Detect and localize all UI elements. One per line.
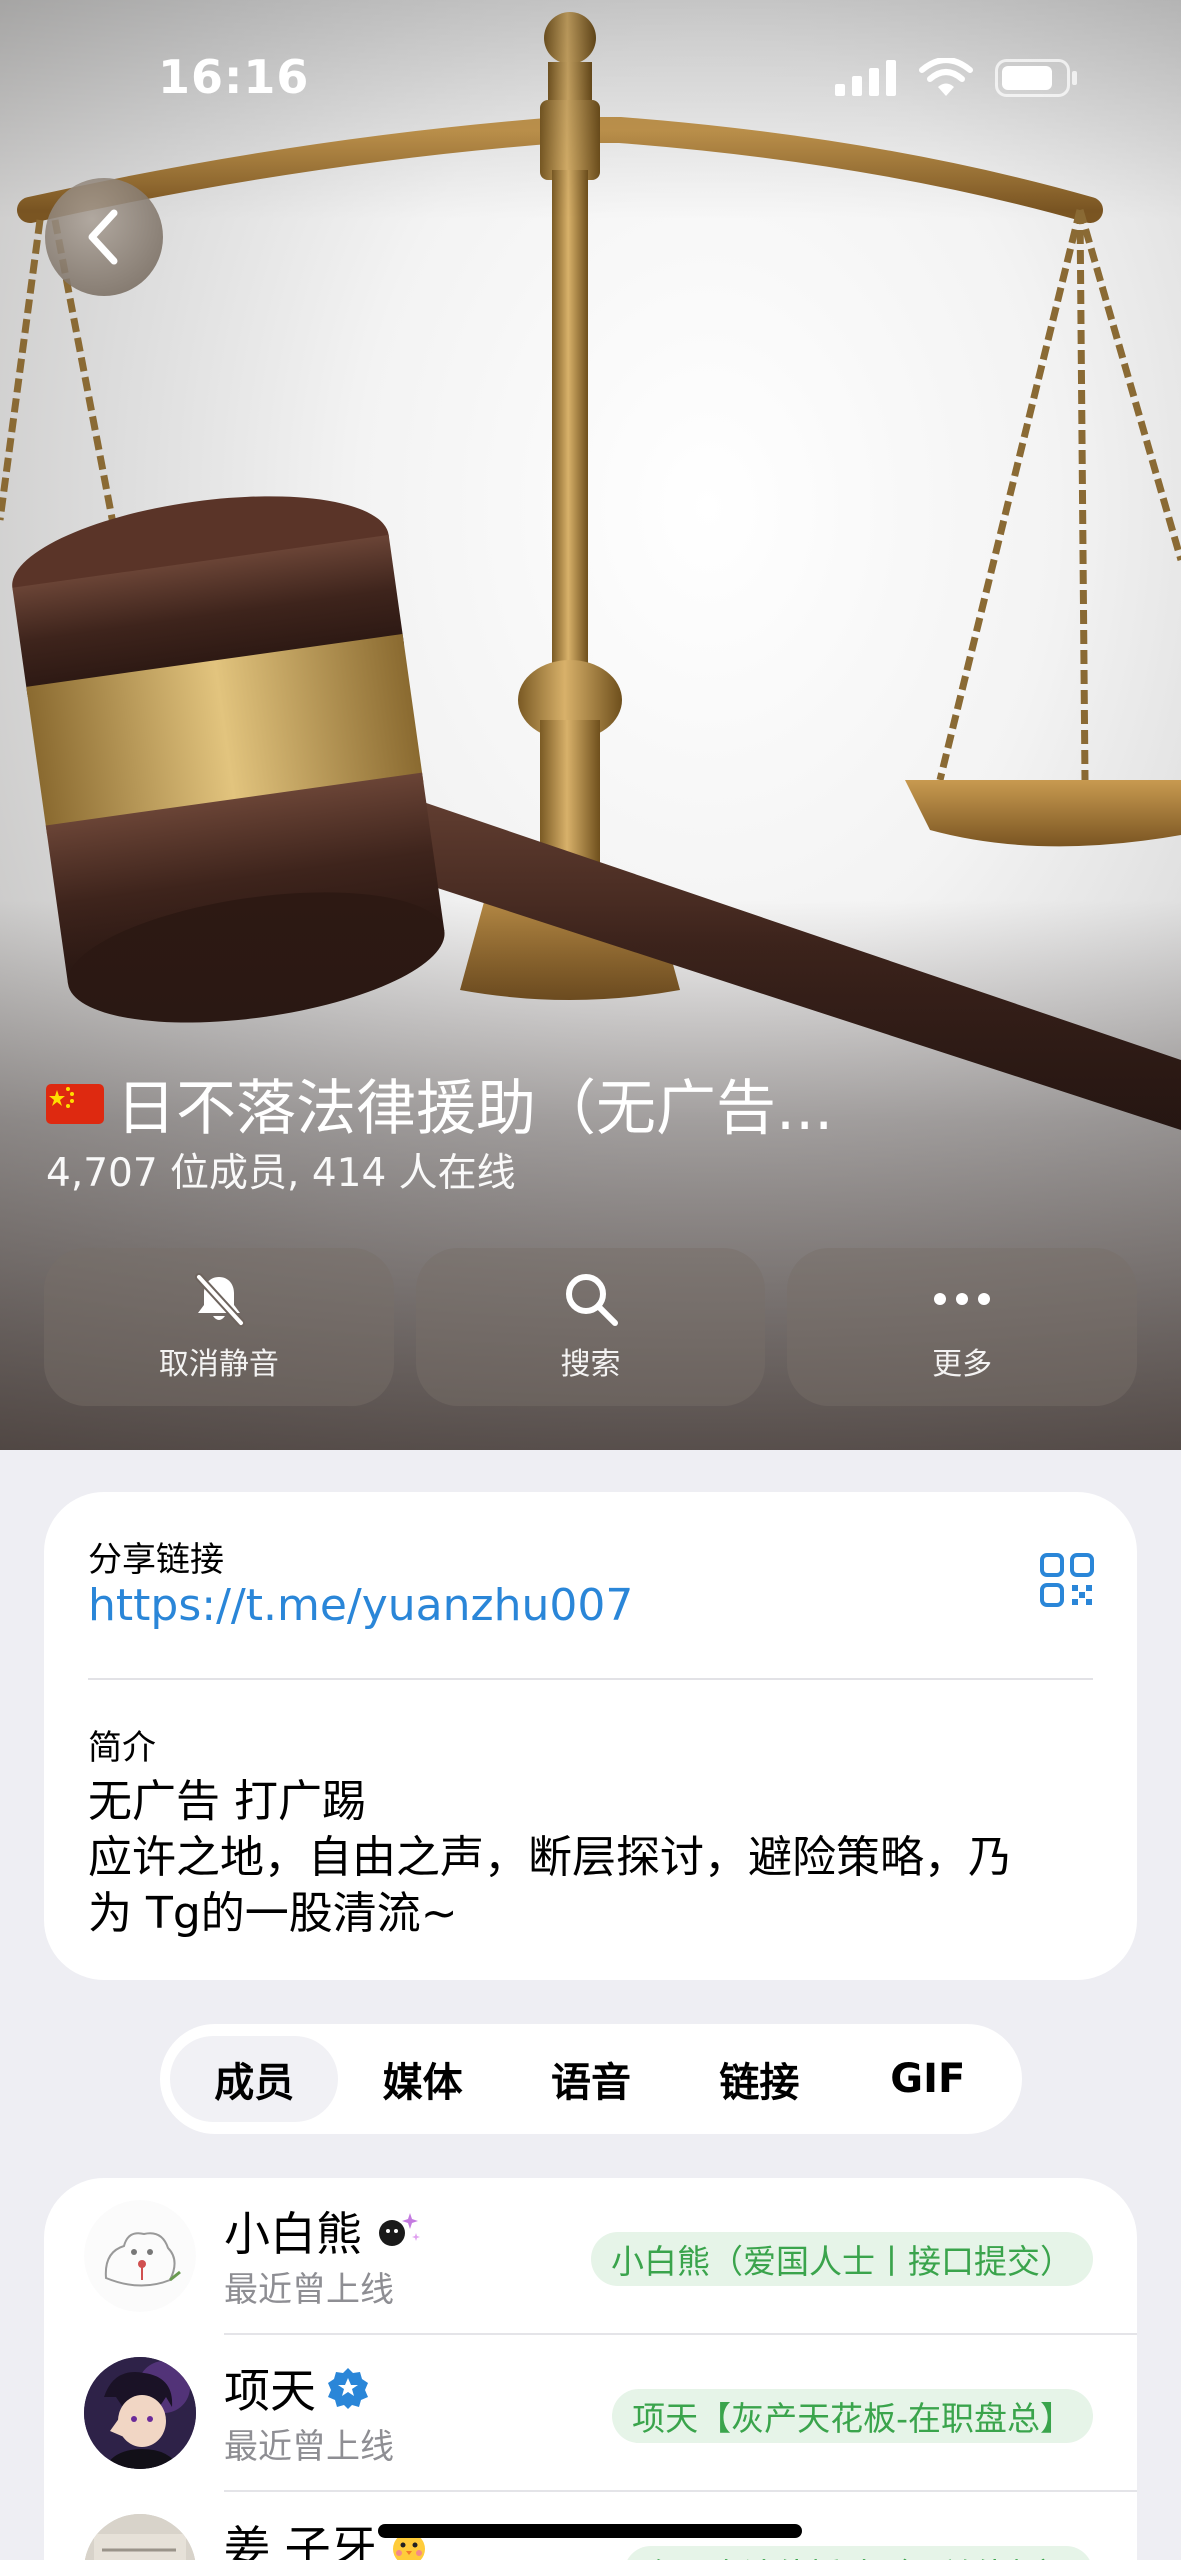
tab-members[interactable]: 成员 (170, 2036, 339, 2122)
member-status: 最近曾上线 (224, 2427, 394, 2467)
member-title-badge: 项天【灰产天花板-在职盘总】 (612, 2389, 1093, 2443)
share-link[interactable]: https://t.me/yuanzhu007 (88, 1580, 633, 1631)
bio-line: 为 Tg的一股清流~ (88, 1888, 458, 1939)
back-button[interactable] (45, 178, 163, 296)
avatar (84, 2514, 196, 2560)
search-icon (565, 1274, 618, 1326)
more-button[interactable]: 更多 (787, 1248, 1138, 1406)
member-name: 项天 (224, 2364, 316, 2418)
tab-gif[interactable]: GIF (844, 2036, 1012, 2122)
member-title-badge: 小白熊（爱国人士丨接口提交） (591, 2232, 1093, 2286)
battery-icon (995, 59, 1077, 97)
action-buttons: 取消静音 搜索 更多 (44, 1248, 1138, 1406)
scales-of-justice-image (0, 12, 1181, 1130)
chevron-left-icon (88, 209, 118, 265)
unmute-label: 取消静音 (158, 1347, 279, 1382)
status-time: 16:16 (158, 50, 310, 104)
group-title: 日不落法律援助（无广告... (116, 1074, 834, 1144)
qr-code-icon[interactable] (1039, 1552, 1095, 1608)
bell-slash-icon (194, 1273, 245, 1327)
avatar (84, 2200, 196, 2312)
bio-line: 应许之地，自由之声，断层探讨，避险策略，乃 (88, 1832, 1012, 1883)
more-label: 更多 (932, 1347, 993, 1382)
group-info-card: 分享链接 https://t.me/yuanzhu007 简介 无广告 打广踢 … (44, 1492, 1137, 1980)
list-item[interactable]: 小白熊 最近曾上线 小白熊（爱国人士丨接口提交） (44, 2178, 1137, 2335)
home-indicator (378, 2524, 802, 2538)
member-name: 小白熊 (224, 2207, 362, 2261)
media-tabs: 成员 媒体 语音 链接 GIF (160, 2024, 1022, 2134)
share-link-label: 分享链接 (88, 1540, 224, 1580)
members-list: 小白熊 最近曾上线 小白熊（爱国人士丨接口提交） 项天 最近曾上线 项天【灰产天… (44, 2178, 1137, 2560)
bio-label: 简介 (88, 1728, 156, 1768)
tab-media[interactable]: 媒体 (338, 2036, 506, 2122)
member-name: 姜 子牙 (224, 2521, 377, 2560)
tab-links[interactable]: 链接 (675, 2036, 843, 2122)
member-name-row: 小白熊 (224, 2198, 424, 2264)
search-button[interactable]: 搜索 (415, 1248, 766, 1406)
bio-line: 无广告 打广踢 (88, 1776, 366, 1827)
list-item[interactable]: 项天 最近曾上线 项天【灰产天花板-在职盘总】 (44, 2335, 1137, 2492)
bio-text: 无广告 打广踢 应许之地，自由之声，断层探讨，避险策略，乃 为 Tg的一股清流~ (88, 1774, 1098, 1942)
search-label: 搜索 (560, 1347, 621, 1382)
member-name-row: 项天 (224, 2355, 370, 2421)
anime-character-avatar (84, 2357, 196, 2469)
verified-badge-icon (328, 2368, 368, 2409)
member-status: 最近曾上线 (224, 2270, 394, 2310)
unmute-button[interactable]: 取消静音 (44, 1248, 394, 1406)
china-flag-icon (46, 1083, 104, 1124)
photo-avatar (84, 2514, 196, 2560)
wifi-icon (919, 58, 973, 96)
group-title-row: 日不落法律援助（无广告... (46, 1060, 833, 1147)
more-icon (934, 1293, 991, 1305)
group-cover-photo: 16:16 日不落法律援助（无广告... 4,707 位成员, 414 人在线 … (0, 0, 1181, 1450)
sketch-bear-avatar (84, 2200, 196, 2312)
member-title-badge: 东三省法律援助（公益律师） (624, 2546, 1093, 2560)
sparkle-emoji-icon (379, 2213, 420, 2246)
status-icons (835, 58, 1077, 98)
tab-voice[interactable]: 语音 (507, 2036, 675, 2122)
group-member-count: 4,707 位成员, 414 人在线 (46, 1151, 516, 1196)
status-bar: 16:16 (0, 0, 1181, 160)
cellular-signal-icon (835, 60, 896, 96)
avatar (84, 2357, 196, 2469)
card-divider (88, 1678, 1093, 1680)
